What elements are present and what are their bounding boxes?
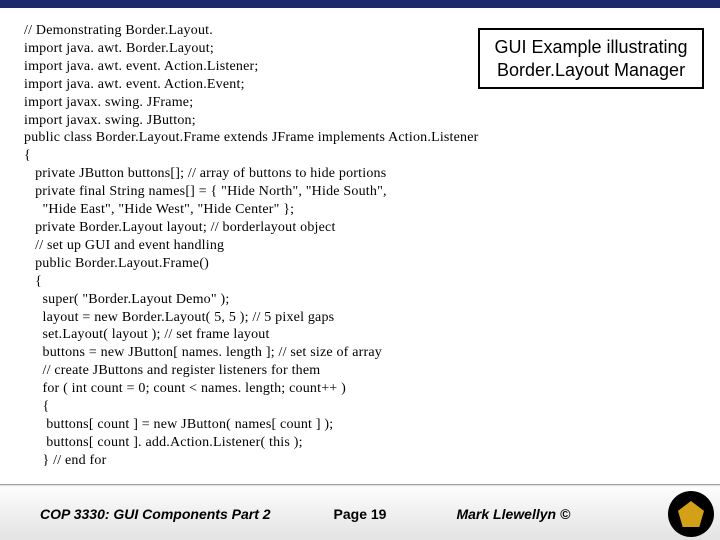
footer-course: COP 3330: GUI Components Part 2 — [0, 506, 304, 522]
title-line-1: GUI Example illustrating — [484, 36, 698, 59]
title-callout: GUI Example illustrating Border.Layout M… — [478, 28, 704, 89]
footer-bar: COP 3330: GUI Components Part 2 Page 19 … — [0, 487, 720, 540]
ucf-logo — [668, 491, 714, 537]
code-listing: // Demonstrating Border.Layout. import j… — [24, 22, 696, 470]
pegasus-icon — [678, 501, 704, 527]
footer-page: Page 19 — [304, 506, 417, 522]
slide-content: // Demonstrating Border.Layout. import j… — [0, 8, 720, 470]
title-line-2: Border.Layout Manager — [484, 59, 698, 82]
top-accent-bar — [0, 0, 720, 8]
footer: COP 3330: GUI Components Part 2 Page 19 … — [0, 484, 720, 540]
